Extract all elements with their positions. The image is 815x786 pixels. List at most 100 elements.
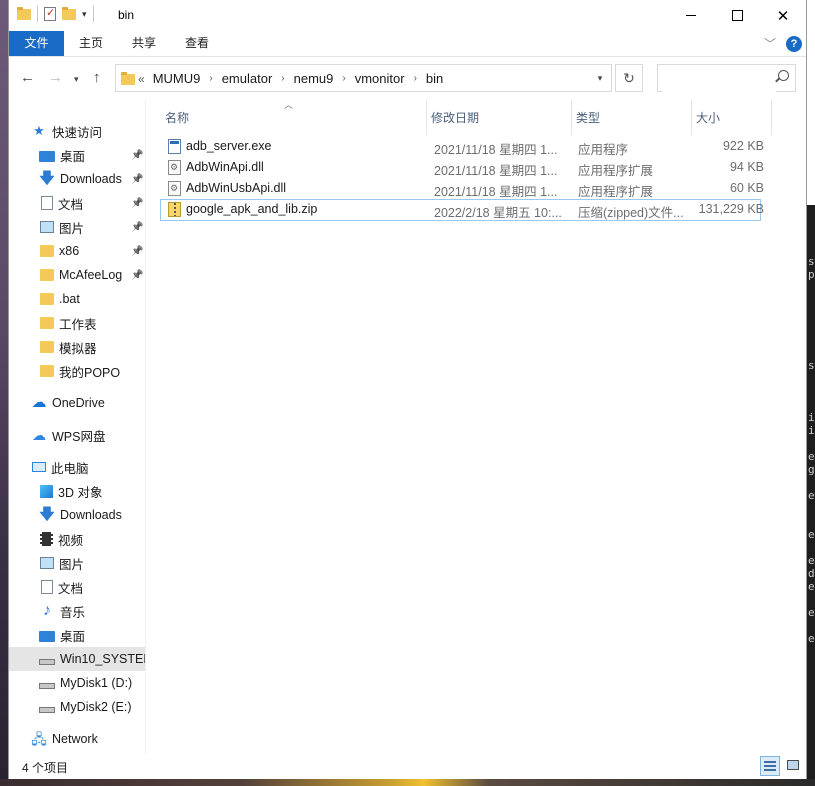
- file-name: google_apk_and_lib.zip: [186, 202, 318, 216]
- breadcrumb-emulator[interactable]: emulator: [222, 71, 273, 86]
- sidebar-item-pc-2[interactable]: 视频: [9, 527, 145, 551]
- properties-icon[interactable]: [44, 6, 56, 21]
- pin-icon: 📌: [131, 173, 144, 185]
- sidebar-item-quick-3[interactable]: 图片 📌: [9, 215, 145, 239]
- sidebar-item-wps[interactable]: ☁ WPS网盘: [9, 423, 145, 447]
- sidebar-item-pc-3[interactable]: 图片: [9, 551, 145, 575]
- folder-icon: [40, 245, 54, 257]
- maximize-button[interactable]: [714, 0, 760, 31]
- background-text-line: [808, 619, 815, 632]
- tab-home[interactable]: 主页: [64, 31, 118, 56]
- file-size: 922 KB: [722, 139, 764, 153]
- up-arrow-icon[interactable]: ↑: [93, 69, 101, 86]
- sidebar-item-quick-4[interactable]: x86 📌: [9, 239, 145, 263]
- sidebar-item-label: 模拟器: [59, 341, 97, 356]
- sidebar-item-label: 此电脑: [51, 461, 89, 476]
- customize-toolbar-dropdown-icon[interactable]: ▾: [82, 9, 87, 20]
- close-button[interactable]: ✕: [760, 0, 806, 31]
- background-text-line: e: [808, 489, 815, 502]
- breadcrumb-chevron-icon[interactable]: ›: [209, 73, 212, 84]
- file-name: adb_server.exe: [186, 139, 272, 153]
- large-icons-view-icon[interactable]: [784, 756, 804, 776]
- minimize-icon: [686, 15, 696, 16]
- file-row[interactable]: AdbWinApi.dll 2021/11/18 星期四 1... 应用程序扩展 94…: [161, 158, 764, 178]
- background-text-line: [808, 385, 815, 398]
- star-icon: ★: [33, 123, 45, 138]
- breadcrumb-nemu9[interactable]: nemu9: [294, 71, 334, 86]
- sidebar-item-quick-7[interactable]: 工作表: [9, 311, 145, 335]
- sidebar-item-quick-0[interactable]: 桌面 📌: [9, 143, 145, 167]
- refresh-button[interactable]: ↻: [615, 64, 643, 92]
- breadcrumb-chevron-icon[interactable]: ›: [342, 73, 345, 84]
- zip-file-icon: [168, 202, 181, 217]
- file-row[interactable]: google_apk_and_lib.zip 2022/2/18 星期五 10:.…: [160, 199, 764, 221]
- sidebar-item-quick-6[interactable]: .bat: [9, 287, 145, 311]
- sidebar-item-quick-5[interactable]: McAfeeLog 📌: [9, 263, 145, 287]
- sidebar-item-pc-4[interactable]: 文档: [9, 575, 145, 599]
- breadcrumb-vmonitor[interactable]: vmonitor: [355, 71, 405, 86]
- breadcrumb-chevron-icon[interactable]: ›: [414, 73, 417, 84]
- pin-icon: 📌: [131, 221, 144, 233]
- tab-share[interactable]: 共享: [117, 31, 171, 56]
- sidebar-item-pc-5[interactable]: ♪ 音乐: [9, 599, 145, 623]
- sidebar-item-label: .bat: [59, 292, 80, 306]
- tab-file[interactable]: 文件: [9, 31, 64, 56]
- file-date: 2021/11/18 星期四 1...: [434, 164, 558, 178]
- file-row[interactable]: adb_server.exe 2021/11/18 星期四 1... 应用程序 922…: [161, 137, 764, 157]
- sidebar-item-quick-2[interactable]: 文档 📌: [9, 191, 145, 215]
- sidebar-item-pc-7[interactable]: Win10_SYSTEM: [9, 647, 145, 671]
- sidebar-item-pc-9[interactable]: MyDisk2 (E:): [9, 695, 145, 719]
- address-dropdown-icon[interactable]: ▾: [589, 65, 611, 91]
- column-header-type[interactable]: 类型: [572, 100, 692, 135]
- sidebar-item-quick-9[interactable]: 我的POPO: [9, 359, 145, 383]
- new-folder-icon[interactable]: [62, 6, 76, 20]
- address-bar[interactable]: « MUMU9 › emulator › nemu9 › vmonitor › …: [115, 64, 612, 92]
- file-size: 60 KB: [729, 181, 764, 195]
- column-header-size[interactable]: 大小: [692, 100, 772, 135]
- pin-icon: 📌: [131, 149, 144, 161]
- help-icon[interactable]: ?: [786, 35, 802, 52]
- search-input[interactable]: [662, 66, 776, 92]
- system-drive-icon: [39, 659, 55, 665]
- document-icon: [41, 580, 53, 594]
- background-text-line: e: [808, 528, 815, 541]
- search-box: [657, 64, 796, 92]
- background-text-line: e: [808, 632, 815, 645]
- expand-ribbon-chevron-icon[interactable]: ﹀: [764, 35, 776, 52]
- sidebar-item-label: 我的POPO: [59, 365, 121, 380]
- minimize-button[interactable]: [668, 0, 714, 31]
- sidebar-item-pc-6[interactable]: 桌面: [9, 623, 145, 647]
- breadcrumb-overflow[interactable]: «: [138, 72, 145, 86]
- sidebar-item-quick-8[interactable]: 模拟器: [9, 335, 145, 359]
- breadcrumb-bin[interactable]: bin: [426, 71, 443, 86]
- file-date: 2022/2/18 星期五 10:...: [434, 206, 562, 220]
- sidebar-item-quick-access[interactable]: ★ 快速访问: [9, 119, 145, 143]
- sidebar-item-pc-8[interactable]: MyDisk1 (D:): [9, 671, 145, 695]
- back-arrow-icon[interactable]: ←: [20, 69, 35, 86]
- details-view-icon[interactable]: [760, 756, 780, 776]
- sidebar-item-label: 图片: [59, 221, 85, 236]
- background-text-line: [808, 437, 815, 450]
- pane-splitter[interactable]: [145, 100, 146, 754]
- breadcrumb-chevron-icon[interactable]: ›: [281, 73, 284, 84]
- sidebar-item-label: Network: [52, 732, 98, 746]
- breadcrumb: « MUMU9 › emulator › nemu9 › vmonitor › …: [138, 71, 443, 86]
- sidebar-item-pc-1[interactable]: 🡇 Downloads: [9, 503, 145, 527]
- sidebar-item-quick-1[interactable]: 🡇 Downloads 📌: [9, 167, 145, 191]
- sidebar-item-this-pc[interactable]: 此电脑: [9, 455, 145, 479]
- column-header-date[interactable]: 修改日期: [427, 100, 572, 135]
- file-row[interactable]: AdbWinUsbApi.dll 2021/11/18 星期四 1... 应用程序扩…: [161, 179, 764, 199]
- sidebar-item-onedrive[interactable]: ☁ OneDrive: [9, 391, 145, 415]
- forward-arrow-icon[interactable]: →: [48, 69, 63, 86]
- sidebar-item-network[interactable]: 🖧 Network: [9, 727, 145, 751]
- maximize-icon: [731, 10, 743, 21]
- background-text-line: e: [808, 450, 815, 463]
- search-icon[interactable]: [778, 70, 789, 81]
- folder-icon: [40, 365, 54, 377]
- sidebar-item-label: McAfeeLog: [59, 268, 123, 282]
- breadcrumb-mumu9[interactable]: MUMU9: [153, 71, 201, 86]
- recent-locations-chevron-icon[interactable]: ▾: [74, 74, 79, 85]
- sidebar-item-pc-0[interactable]: 3D 对象: [9, 479, 145, 503]
- tab-view[interactable]: 查看: [170, 31, 224, 56]
- column-header-name[interactable]: 名称: [161, 100, 427, 135]
